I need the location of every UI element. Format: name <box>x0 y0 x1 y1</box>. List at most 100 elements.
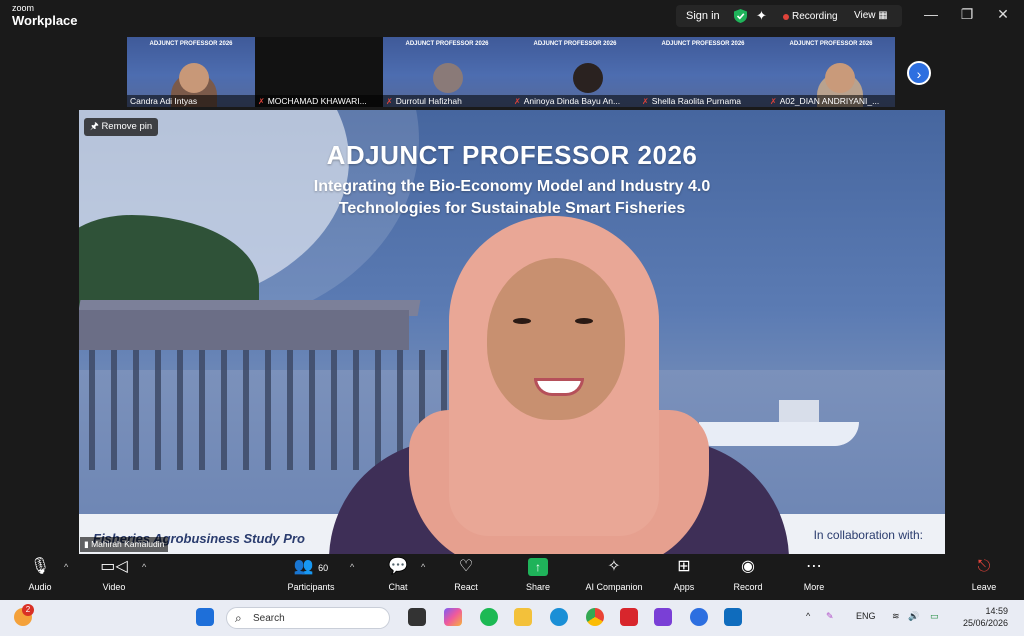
react-button[interactable]: ♡ React <box>434 556 498 592</box>
windows-start-icon[interactable] <box>196 608 214 626</box>
record-label: Record <box>733 582 763 592</box>
zoom-taskbar-icon[interactable] <box>690 608 708 626</box>
next-page-icon[interactable]: › <box>907 61 931 85</box>
active-speaker-video[interactable]: ADJUNCT PROFESSOR 2026 Integrating the B… <box>79 110 945 554</box>
remove-pin-button[interactable]: 🖈 Remove pin <box>84 118 159 136</box>
speaker-name-tag: ▮ Mahirah Kamaludin <box>80 537 169 552</box>
opera-icon[interactable] <box>620 608 638 626</box>
more-label: More <box>803 582 825 592</box>
security-shield-icon[interactable] <box>734 9 747 23</box>
share-button[interactable]: ↑ Share <box>506 556 570 592</box>
zoom-logo: zoom Workplace <box>12 3 78 28</box>
brand-small: zoom <box>12 3 35 13</box>
spotify-icon[interactable] <box>480 608 498 626</box>
leave-button[interactable]: ⎋ Leave <box>952 556 1016 592</box>
task-view-icon[interactable] <box>408 608 426 626</box>
muted-mic-icon: ✗ <box>514 97 521 106</box>
close-icon[interactable]: ✕ <box>988 6 1018 23</box>
notification-badge: 2 <box>22 604 34 616</box>
background-house <box>79 310 409 350</box>
show-hidden-icons-chevron-icon[interactable]: ^ <box>806 611 810 621</box>
speaker-eye <box>575 318 593 324</box>
pen-icon[interactable]: ✎ <box>826 611 834 622</box>
participants-options-chevron-icon[interactable]: ^ <box>350 562 354 572</box>
tile-slide-title: ADJUNCT PROFESSOR 2026 <box>149 41 233 47</box>
participant-tile[interactable]: ADJUNCT PROFESSOR 2026 ✗ Shella Raolita P… <box>639 37 767 107</box>
apps-icon: ⊞ <box>677 558 691 575</box>
heart-icon: ♡ <box>458 558 474 575</box>
search-placeholder: Search <box>253 613 285 624</box>
participant-tile[interactable]: ADJUNCT PROFESSOR 2026 ✗ Aninoya Dinda Ba… <box>511 37 639 107</box>
participant-tile[interactable]: ADJUNCT PROFESSOR 2026 ✗ Durrotul Hafizha… <box>383 37 511 107</box>
participant-name: ✗ Durrotul Hafizhah <box>383 95 511 107</box>
search-icon: ⌕ <box>235 611 242 625</box>
taskbar-clock[interactable]: 14:59 25/06/2026 <box>960 605 1008 629</box>
tile-slide-title: ADJUNCT PROFESSOR 2026 <box>789 41 873 47</box>
chat-options-chevron-icon[interactable]: ^ <box>421 562 425 572</box>
ai-companion-button[interactable]: ✧ AI Companion <box>582 556 646 592</box>
muted-mic-icon: ✗ <box>386 97 393 106</box>
slide-footer-right: In collaboration with: <box>813 528 923 542</box>
record-button[interactable]: ◉ Record <box>716 556 780 592</box>
chrome-icon[interactable] <box>586 608 604 626</box>
share-screen-icon: ↑ <box>528 558 548 576</box>
meeting-toolbar: 🎙 Audio ^ ▭◁ Video ^ 👥 60 Participants ^… <box>0 554 1024 598</box>
audio-options-chevron-icon[interactable]: ^ <box>64 562 68 572</box>
participant-tile[interactable]: ✗ MOCHAMAD KHAWARI... <box>255 37 383 107</box>
participant-face <box>179 63 209 93</box>
copilot-icon[interactable] <box>444 608 462 626</box>
file-explorer-icon[interactable] <box>514 608 532 626</box>
audio-label: Audio <box>28 582 52 592</box>
minimize-icon[interactable]: — <box>916 6 946 22</box>
sign-in-button[interactable]: Sign in <box>686 10 720 22</box>
ai-sparkle-icon: ✧ <box>607 558 621 575</box>
tile-slide-title: ADJUNCT PROFESSOR 2026 <box>405 41 489 47</box>
brand-name: Workplace <box>12 13 78 28</box>
slide-subtitle-line: Integrating the Bio-Economy Model and In… <box>313 178 711 195</box>
volume-icon[interactable]: 🔊 <box>908 611 919 622</box>
participant-name: ✗ Shella Raolita Purnama <box>639 95 767 107</box>
leave-label: Leave <box>971 582 997 592</box>
teams-icon[interactable] <box>654 608 672 626</box>
participant-face <box>433 63 463 93</box>
participant-name: ✗ A02_DIAN ANDRIYANI_... <box>767 95 895 107</box>
zoom-window: zoom Workplace Sign in ✦ Recording View … <box>0 0 1024 636</box>
view-label: View <box>854 10 876 21</box>
participant-tile[interactable]: ADJUNCT PROFESSOR 2026 Candra Adi Intyas <box>127 37 255 107</box>
ai-sparkle-icon[interactable]: ✦ <box>756 8 767 24</box>
taskbar-search[interactable]: ⌕ Search <box>226 607 390 629</box>
participant-name-text: MOCHAMAD KHAWARI... <box>267 96 367 106</box>
more-button[interactable]: ⋯ More <box>782 556 846 592</box>
muted-mic-icon: ✗ <box>642 97 649 106</box>
restore-icon[interactable]: ❐ <box>952 6 982 23</box>
participant-name: ✗ MOCHAMAD KHAWARI... <box>255 95 383 107</box>
recording-status[interactable]: Recording <box>792 11 838 22</box>
microphone-icon: 🎙 <box>29 558 51 575</box>
edge-icon[interactable] <box>550 608 568 626</box>
video-options-chevron-icon[interactable]: ^ <box>142 562 146 572</box>
participants-button[interactable]: 👥 60 Participants <box>279 556 343 592</box>
muted-mic-icon: ✗ <box>770 97 777 106</box>
participants-count: 60 <box>318 563 329 573</box>
outlook-icon[interactable] <box>724 608 742 626</box>
audio-button[interactable]: 🎙 Audio <box>8 556 72 592</box>
apps-button[interactable]: ⊞ Apps <box>652 556 716 592</box>
clock-date: 25/06/2026 <box>962 618 1008 628</box>
language-indicator[interactable]: ENG <box>856 611 876 621</box>
speaker-eye <box>513 318 531 324</box>
participant-name: Candra Adi Intyas <box>127 95 255 107</box>
record-icon: ◉ <box>741 558 755 575</box>
video-button[interactable]: ▭◁ Video <box>82 556 146 592</box>
wifi-icon[interactable]: ≋ <box>892 611 900 622</box>
participant-tile[interactable]: ADJUNCT PROFESSOR 2026 ✗ A02_DIAN ANDRIYA… <box>767 37 895 107</box>
video-label: Video <box>102 582 126 592</box>
view-button[interactable]: View ▦ <box>854 10 888 21</box>
slide-subtitle: Integrating the Bio-Economy Model and In… <box>79 176 945 220</box>
ai-companion-label: AI Companion <box>585 582 643 592</box>
battery-icon[interactable]: ▭ <box>930 611 939 622</box>
participant-name-text: Aninoya Dinda Bayu An... <box>523 96 621 106</box>
participant-strip: ADJUNCT PROFESSOR 2026 Candra Adi Intyas… <box>0 34 1024 110</box>
more-icon: ⋯ <box>806 558 822 575</box>
apps-label: Apps <box>673 582 695 592</box>
title-bar: zoom Workplace Sign in ✦ Recording View … <box>0 0 1024 34</box>
